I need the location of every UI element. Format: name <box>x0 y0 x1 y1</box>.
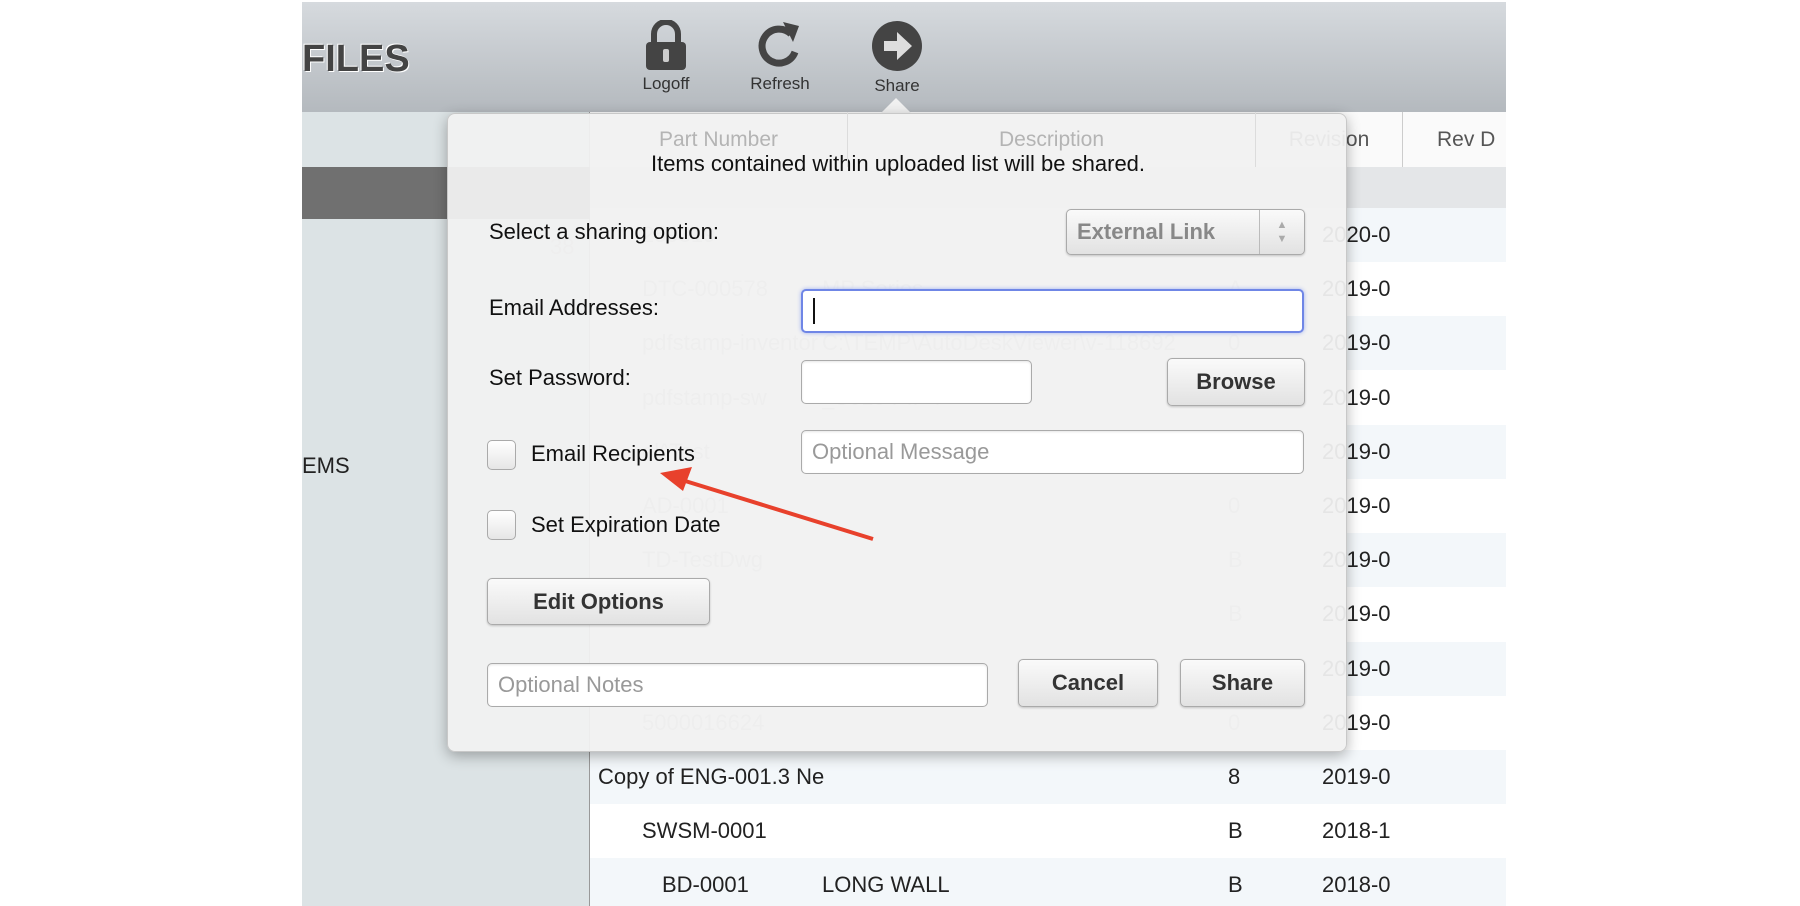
sharing-option-select[interactable]: External Link ▲ ▼ <box>1066 209 1305 255</box>
refresh-button[interactable]: Refresh <box>735 20 825 94</box>
expiration-date-label[interactable]: Set Expiration Date <box>531 512 721 538</box>
optional-message-input[interactable]: Optional Message <box>801 430 1304 474</box>
email-addresses-input[interactable] <box>801 289 1304 333</box>
cell-rev: 8 <box>1228 764 1241 789</box>
cell-part: Copy of ENG-001.3 Ne <box>598 764 825 789</box>
email-recipients-label[interactable]: Email Recipients <box>531 441 695 467</box>
popover-caret <box>880 98 912 114</box>
cancel-button[interactable]: Cancel <box>1018 659 1158 707</box>
share-button[interactable]: Share <box>1180 659 1305 707</box>
refresh-icon <box>758 22 799 67</box>
toolbar: FILES Logoff Refresh Share <box>302 2 1506 112</box>
sharing-option-label: Select a sharing option: <box>489 219 719 244</box>
cell-date: 2018-0 <box>1322 872 1391 898</box>
set-password-label: Set Password: <box>489 365 631 390</box>
edit-options-button[interactable]: Edit Options <box>487 578 710 625</box>
table-row[interactable]: Copy of ENG-001.3 Ne 8 2019-0 <box>590 750 1506 804</box>
sidebar-item-ems[interactable]: EMS <box>302 453 350 479</box>
share-dialog: Items contained within uploaded list wil… <box>447 113 1347 752</box>
column-header-rev-date[interactable]: Rev D <box>1403 112 1506 167</box>
lock-icon <box>646 20 686 70</box>
cell-desc: LONG WALL <box>822 872 950 898</box>
cell-part: BD-0001 <box>662 872 749 898</box>
cell-part: SWSM-0001 <box>642 818 767 844</box>
logoff-label: Logoff <box>642 74 690 93</box>
password-input[interactable] <box>801 360 1032 404</box>
share-toolbar-label: Share <box>874 76 920 95</box>
optional-notes-input[interactable]: Optional Notes <box>487 663 988 707</box>
select-arrows-icon: ▲ ▼ <box>1259 210 1304 254</box>
sharing-option-value: External Link <box>1077 219 1216 244</box>
browse-button[interactable]: Browse <box>1167 358 1305 406</box>
email-addresses-label: Email Addresses: <box>489 295 659 320</box>
refresh-label: Refresh <box>750 74 810 93</box>
expiration-date-checkbox[interactable] <box>487 510 516 540</box>
cell-date: 2018-1 <box>1322 818 1391 844</box>
cell-rev: B <box>1228 818 1243 844</box>
email-recipients-checkbox[interactable] <box>487 440 516 470</box>
arrow-right-circle-icon <box>872 21 922 71</box>
cell-date: 2019-0 <box>1322 764 1391 789</box>
share-toolbar-button[interactable]: Share <box>852 20 942 96</box>
table-row[interactable]: BD-0001 LONG WALL B 2018-0 <box>590 858 1506 906</box>
table-row[interactable]: SWSM-0001 B 2018-1 <box>590 804 1506 858</box>
cell-rev: B <box>1228 872 1243 898</box>
dialog-message: Items contained within uploaded list wil… <box>650 151 1146 176</box>
logoff-button[interactable]: Logoff <box>621 20 711 94</box>
page-title: FILES <box>302 38 410 80</box>
